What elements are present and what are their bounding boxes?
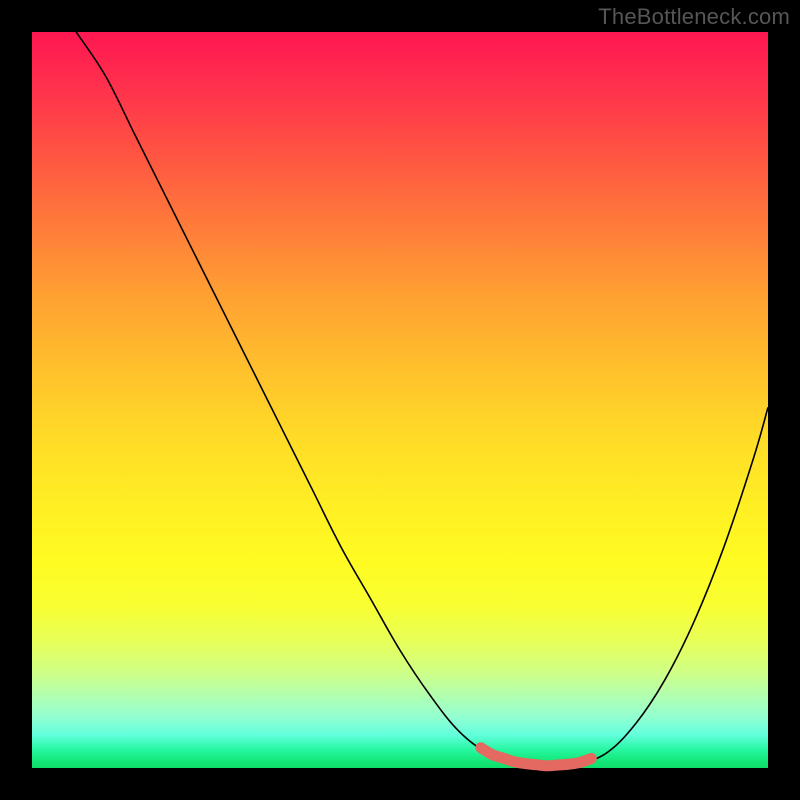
bottleneck-curve <box>76 32 768 766</box>
optimal-range-highlight <box>481 748 591 766</box>
chart-frame: TheBottleneck.com <box>0 0 800 800</box>
plot-area <box>32 32 768 768</box>
watermark-text: TheBottleneck.com <box>598 4 790 30</box>
curve-layer <box>32 32 768 768</box>
